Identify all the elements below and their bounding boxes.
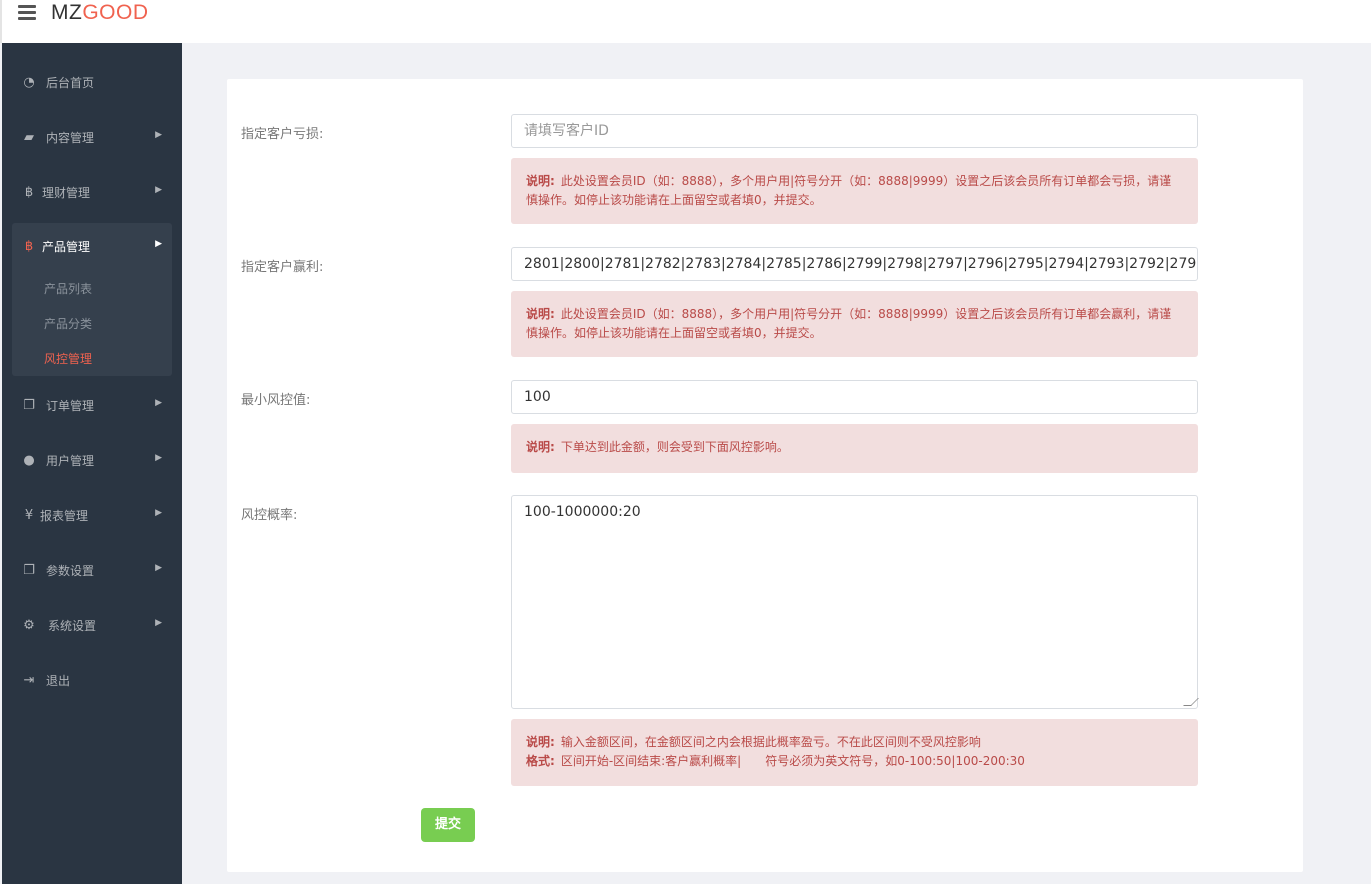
sign-out-icon: ⇥	[23, 673, 35, 688]
sidebar-item-orders[interactable]: ❐ 订单管理 ▶	[12, 383, 172, 429]
submit-button[interactable]: 提交	[421, 808, 475, 842]
sidebar: ◔ 后台首页 ▰ 内容管理 ▶ ฿ 理财管理 ▶ ฿ 产品管理 ▶ 产品列表 产…	[2, 43, 182, 884]
chevron-right-icon: ▶	[155, 508, 162, 518]
sidebar-item-label: 报表管理	[40, 509, 89, 523]
top-bar: MZGOOD	[0, 0, 1371, 43]
sidebar-item-label: 用户管理	[46, 454, 95, 468]
yen-icon: ¥	[24, 508, 34, 523]
loss-note: 说明: 此处设置会员ID（如：8888），多个用户用|符号分开（如：8888|99…	[511, 158, 1198, 224]
brand-logo[interactable]: MZGOOD	[51, 1, 149, 25]
min-note: 说明: 下单达到此金额，则会受到下面风控影响。	[511, 424, 1198, 473]
sidebar-item-label: 退出	[46, 674, 71, 688]
loss-label: 指定客户亏损:	[241, 127, 324, 142]
submenu-item-product-category[interactable]: 产品分类	[44, 315, 92, 332]
sidebar-item-system[interactable]: ⚙ 系统设置 ▶	[12, 603, 172, 649]
chevron-right-icon: ▶	[155, 618, 162, 628]
note-text: 此处设置会员ID（如：8888），多个用户用|符号分开（如：8888|9999）…	[526, 174, 1172, 207]
sidebar-item-product[interactable]: ฿ 产品管理 ▶	[12, 224, 172, 270]
submenu-item-product-list[interactable]: 产品列表	[44, 280, 92, 297]
rate-label: 风控概率:	[241, 508, 298, 523]
sidebar-item-dashboard[interactable]: ◔ 后台首页	[12, 60, 172, 106]
sidebar-item-label: 参数设置	[46, 564, 95, 578]
win-label: 指定客户赢利:	[241, 260, 324, 275]
chevron-right-icon: ▶	[155, 185, 162, 195]
note-title: 说明:	[526, 735, 555, 749]
sidebar-item-label: 产品管理	[42, 240, 91, 254]
min-label: 最小风控值:	[241, 393, 311, 408]
chevron-right-icon: ▶	[155, 398, 162, 408]
sidebar-item-logout[interactable]: ⇥ 退出	[12, 658, 172, 704]
win-note: 说明: 此处设置会员ID（如：8888），多个用户用|符号分开（如：8888|99…	[511, 291, 1198, 357]
note-text: 输入金额区间，在金额区间之内会根据此概率盈亏。不在此区间则不受风控影响	[560, 735, 981, 749]
sidebar-item-content[interactable]: ▰ 内容管理 ▶	[12, 115, 172, 161]
sidebar-item-label: 系统设置	[48, 619, 97, 633]
menu-toggle-icon[interactable]	[18, 5, 36, 21]
bitcoin-icon: ฿	[24, 239, 34, 254]
submenu-item-risk-control[interactable]: 风控管理	[44, 350, 92, 367]
sidebar-item-label: 内容管理	[46, 131, 95, 145]
note-text: 下单达到此金额，则会受到下面风控影响。	[560, 440, 789, 454]
sidebar-item-params[interactable]: ❐ 参数设置 ▶	[12, 548, 172, 594]
rate-note: 说明: 输入金额区间，在金额区间之内会根据此概率盈亏。不在此区间则不受风控影响 格…	[511, 719, 1198, 786]
dashboard-icon: ◔	[23, 75, 35, 90]
sidebar-item-users[interactable]: ● 用户管理 ▶	[12, 438, 172, 484]
sidebar-item-reports[interactable]: ¥ 报表管理 ▶	[12, 493, 172, 539]
book-icon: ▰	[24, 130, 34, 145]
note-text: 此处设置会员ID（如：8888），多个用户用|符号分开（如：8888|9999）…	[526, 307, 1172, 340]
rate-note-line1: 说明: 输入金额区间，在金额区间之内会根据此概率盈亏。不在此区间则不受风控影响	[526, 733, 1183, 752]
risk-control-form: 指定客户亏损: 请填写客户ID 说明: 此处设置会员ID（如：8888），多个用户…	[227, 79, 1303, 872]
sidebar-item-label: 理财管理	[42, 186, 91, 200]
format-text: 区间开始-区间结束:客户赢利概率| 符号必须为英文符号，如0-100:50|10…	[560, 754, 1025, 768]
win-customer-input[interactable]: 2801|2800|2781|2782|2783|2784|2785|2786|…	[511, 247, 1198, 281]
chevron-right-icon: ▶	[155, 563, 162, 573]
rate-value: 100-1000000:20	[524, 504, 641, 520]
chevron-right-icon: ▶	[155, 130, 162, 140]
chevron-right-icon: ▶	[155, 239, 162, 249]
user-icon: ●	[23, 453, 35, 468]
rate-textarea[interactable]: 100-1000000:20	[511, 495, 1199, 709]
copy-icon: ❐	[23, 398, 35, 413]
note-title: 说明:	[526, 174, 555, 188]
sidebar-item-label: 后台首页	[46, 76, 95, 90]
gears-icon: ⚙	[23, 618, 35, 633]
note-title: 说明:	[526, 440, 555, 454]
chevron-right-icon: ▶	[155, 453, 162, 463]
brand-part2: GOOD	[82, 1, 149, 24]
format-title: 格式:	[526, 754, 555, 768]
bitcoin-icon: ฿	[24, 185, 34, 200]
submenu-product: ฿ 产品管理 ▶ 产品列表 产品分类 风控管理	[12, 223, 172, 376]
rate-note-line2: 格式: 区间开始-区间结束:客户赢利概率| 符号必须为英文符号，如0-100:50…	[526, 752, 1183, 771]
brand-part1: MZ	[51, 1, 83, 24]
note-title: 说明:	[526, 307, 555, 321]
sidebar-item-finance[interactable]: ฿ 理财管理 ▶	[12, 170, 172, 216]
sidebar-item-label: 订单管理	[46, 399, 95, 413]
copy-icon: ❐	[23, 563, 35, 578]
resize-grip-icon[interactable]	[1183, 698, 1199, 706]
loss-customer-input[interactable]: 请填写客户ID	[511, 114, 1198, 148]
min-risk-input[interactable]: 100	[511, 380, 1198, 414]
